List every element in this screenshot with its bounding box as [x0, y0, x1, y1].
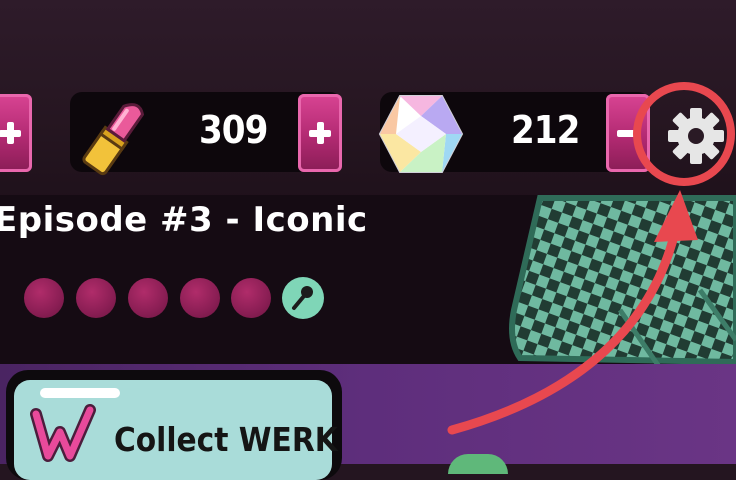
add-lipstick-button[interactable]	[298, 94, 342, 172]
collect-werk-label: Collect WERK	[114, 420, 338, 459]
progress-dot	[180, 278, 220, 318]
lipstick-icon	[72, 90, 156, 182]
settings-button[interactable]	[660, 100, 732, 172]
progress-dot	[128, 278, 168, 318]
bottom-decoration	[448, 454, 508, 474]
microphone-icon	[292, 286, 313, 310]
progress-dot	[231, 278, 271, 318]
card-highlight	[40, 388, 120, 398]
gem-count: 212	[511, 108, 580, 152]
gear-icon	[668, 108, 724, 164]
lipstick-count: 309	[199, 108, 268, 152]
runway-decoration	[500, 190, 736, 370]
gem-icon	[376, 92, 466, 176]
episode-title: Episode #3 - Iconic	[0, 200, 368, 240]
werk-logo-icon	[30, 404, 102, 464]
microphone-dot	[282, 277, 324, 319]
progress-dot	[76, 278, 116, 318]
add-gem-button[interactable]	[606, 94, 650, 172]
add-currency-button-left[interactable]	[0, 94, 32, 172]
progress-dot	[24, 278, 64, 318]
